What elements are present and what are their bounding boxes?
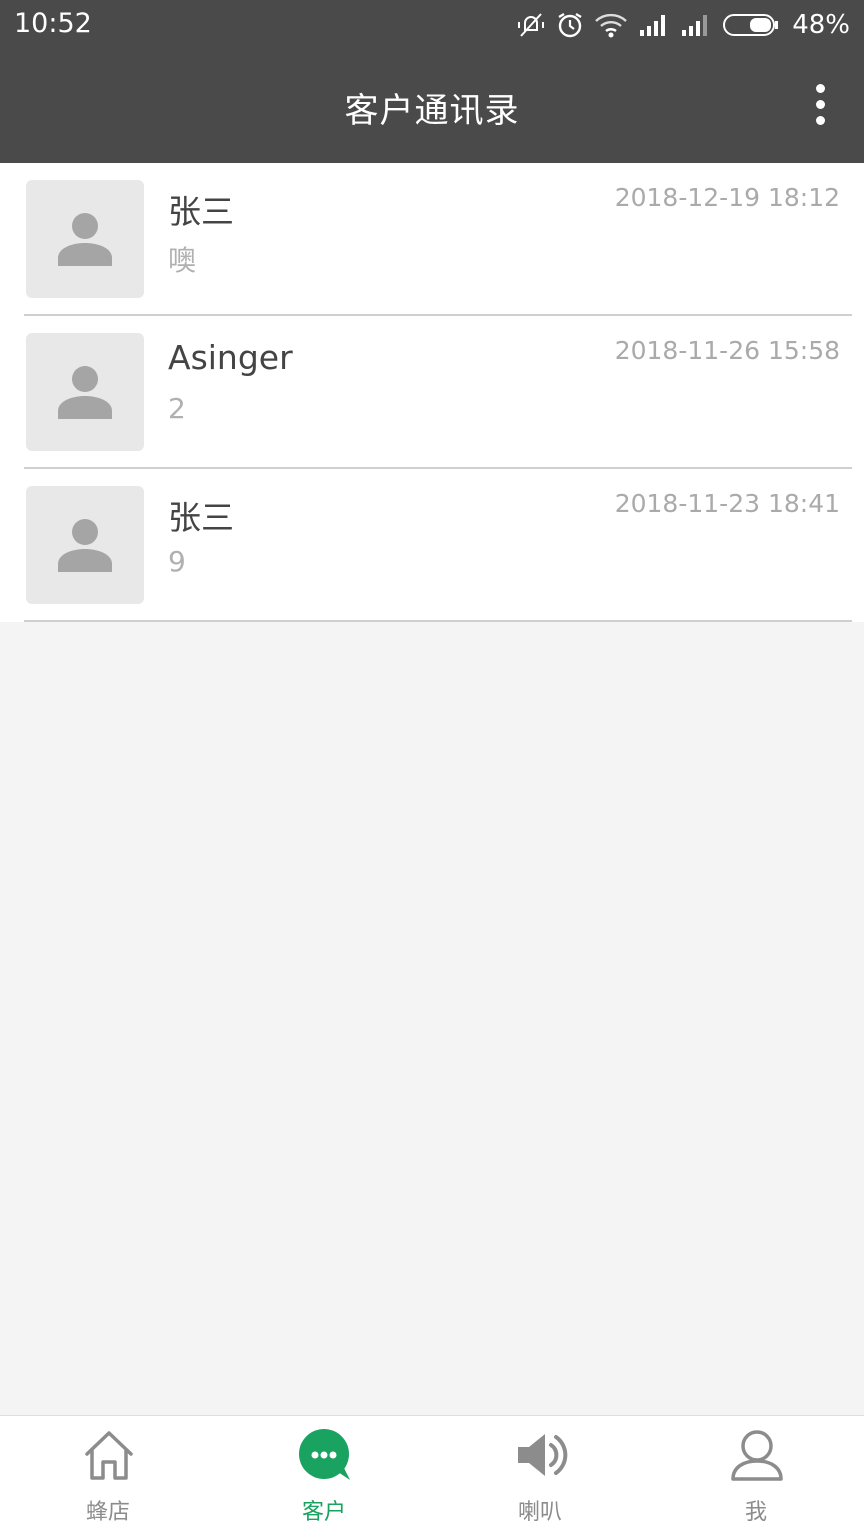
tab-label: 喇叭	[517, 1500, 562, 1525]
person-icon	[730, 1428, 784, 1482]
alarm-icon	[556, 11, 584, 39]
default-avatar-icon	[58, 213, 112, 266]
battery-icon	[722, 12, 780, 38]
contact-name: Asinger	[168, 338, 293, 377]
contact-time: 2018-11-23 18:41	[614, 489, 840, 518]
tab-label: 我	[744, 1500, 767, 1525]
contact-last-message: 2	[168, 392, 186, 425]
home-icon	[82, 1428, 136, 1482]
default-avatar-icon	[58, 519, 112, 572]
contact-time: 2018-11-26 15:58	[614, 336, 840, 365]
contact-last-message: 噢	[168, 244, 197, 277]
contact-list: 张三 噢 2018-12-19 18:12 Asinger 2 2018-11-…	[0, 163, 864, 622]
more-dot-icon	[815, 100, 825, 109]
bottom-tab-bar: 蜂店 客户 喇叭 我	[0, 1415, 864, 1537]
signal-icon-2	[680, 12, 712, 38]
status-time: 10:52	[14, 8, 92, 39]
speaker-icon	[514, 1428, 568, 1482]
default-avatar-icon	[58, 366, 112, 419]
tab-customers[interactable]: 客户	[216, 1416, 432, 1537]
wifi-icon	[594, 11, 628, 39]
contact-time: 2018-12-19 18:12	[614, 183, 840, 212]
app-header: 客户通讯录	[0, 50, 864, 163]
contact-row[interactable]: 张三 9 2018-11-23 18:41	[0, 469, 864, 622]
contact-name: 张三	[168, 498, 234, 537]
divider	[24, 620, 852, 622]
more-options-button[interactable]	[810, 84, 830, 128]
tab-shop[interactable]: 蜂店	[0, 1416, 216, 1537]
more-dot-icon	[815, 116, 825, 125]
contact-name: 张三	[168, 192, 234, 231]
avatar	[26, 180, 144, 298]
tab-label: 蜂店	[85, 1500, 130, 1525]
tab-label: 客户	[301, 1500, 346, 1525]
contact-row[interactable]: 张三 噢 2018-12-19 18:12	[0, 163, 864, 316]
tab-me[interactable]: 我	[648, 1416, 864, 1537]
status-bar: 10:52 48%	[0, 0, 864, 50]
chat-bubble-icon	[298, 1428, 352, 1482]
contact-last-message: 9	[168, 545, 186, 578]
battery-percent: 48%	[792, 10, 850, 40]
vibrate-mute-icon	[516, 10, 546, 40]
tab-speaker[interactable]: 喇叭	[432, 1416, 648, 1537]
avatar	[26, 486, 144, 604]
avatar	[26, 333, 144, 451]
signal-icon	[638, 12, 670, 38]
page-title: 客户通讯录	[344, 91, 520, 131]
contact-row[interactable]: Asinger 2 2018-11-26 15:58	[0, 316, 864, 469]
status-icons: 48%	[516, 8, 850, 42]
more-dot-icon	[815, 84, 825, 93]
